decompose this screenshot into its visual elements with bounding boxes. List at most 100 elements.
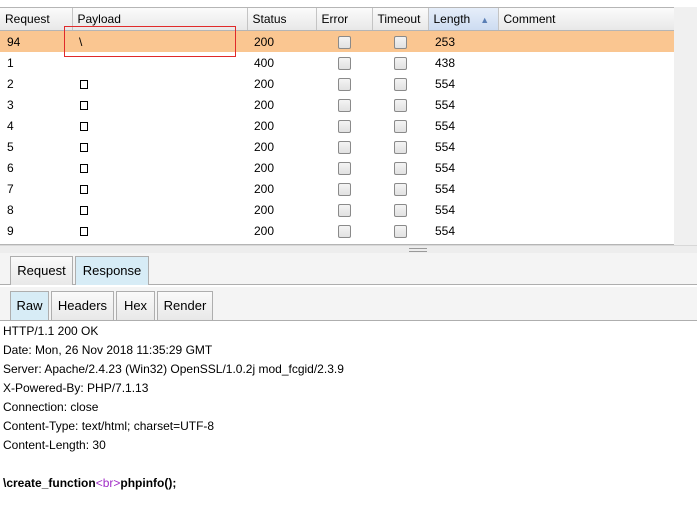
cell-length: 554 (435, 118, 456, 133)
table-row[interactable]: 4 200 554 (0, 115, 674, 136)
cell-status: 200 (254, 223, 275, 238)
table-row[interactable]: 1 400 438 (0, 52, 674, 73)
cell-comment (498, 94, 674, 115)
column-header-error[interactable]: Error (316, 8, 373, 31)
cell-error (316, 73, 372, 94)
error-checkbox[interactable] (337, 140, 351, 154)
column-header-length[interactable]: Length ▲ (428, 8, 499, 31)
cell-error (316, 115, 372, 136)
unprintable-char-icon (80, 163, 88, 173)
cell-request: 8 (7, 202, 14, 217)
cell-comment (498, 30, 674, 52)
cell-error (316, 178, 372, 199)
error-checkbox[interactable] (337, 161, 351, 175)
error-checkbox[interactable] (337, 98, 351, 112)
error-checkbox[interactable] (337, 56, 351, 70)
response-header-x-powered-by: X-Powered-By: PHP/7.1.13 (3, 381, 149, 395)
error-checkbox[interactable] (337, 119, 351, 133)
table-row[interactable]: 6 200 554 (0, 157, 674, 178)
cell-length: 554 (435, 223, 456, 238)
response-header-connection: Connection: close (3, 400, 99, 414)
cell-status: 200 (247, 30, 316, 52)
cell-comment (498, 73, 674, 94)
error-checkbox[interactable] (337, 182, 351, 196)
table-row[interactable]: 5 200 554 (0, 136, 674, 157)
cell-status: 200 (254, 181, 275, 196)
table-scrollbar-area[interactable] (674, 7, 697, 245)
cell-comment (498, 136, 674, 157)
table-row[interactable]: 3 200 554 (0, 94, 674, 115)
cell-comment (498, 115, 674, 136)
tab-response[interactable]: Response (75, 256, 149, 285)
splitter-grip-icon[interactable] (409, 248, 427, 252)
cell-length: 554 (435, 97, 456, 112)
cell-error (316, 94, 372, 115)
table-row[interactable]: 94 \ 200 253 (0, 30, 674, 52)
column-header-timeout[interactable]: Timeout (372, 8, 429, 31)
column-header-payload[interactable]: Payload (72, 8, 248, 31)
response-body-suffix: phpinfo(); (120, 476, 177, 490)
timeout-checkbox[interactable] (393, 140, 407, 154)
table-row[interactable]: 8 200 554 (0, 199, 674, 220)
cell-error (316, 52, 372, 73)
unprintable-char-icon (80, 226, 88, 236)
cell-length: 554 (435, 181, 456, 196)
view-tabs: Request Response (0, 253, 697, 285)
tab-hex[interactable]: Hex (116, 291, 155, 320)
cell-request: 6 (7, 160, 14, 175)
unprintable-char-icon (80, 100, 88, 110)
table-row[interactable]: 9 200 554 (0, 220, 674, 241)
error-checkbox[interactable] (337, 35, 351, 49)
cell-request: 1 (7, 55, 14, 70)
sort-ascending-icon: ▲ (480, 15, 490, 25)
error-checkbox[interactable] (337, 77, 351, 91)
cell-payload (72, 220, 247, 241)
cell-request: 9 (7, 223, 14, 238)
response-raw-view[interactable]: HTTP/1.1 200 OK Date: Mon, 26 Nov 2018 1… (3, 322, 693, 493)
format-tabs: Raw Headers Hex Render (0, 287, 697, 321)
timeout-checkbox[interactable] (393, 35, 407, 49)
cell-error (316, 136, 372, 157)
timeout-checkbox[interactable] (393, 77, 407, 91)
cell-payload (72, 73, 247, 94)
cell-comment (498, 199, 674, 220)
timeout-checkbox[interactable] (393, 56, 407, 70)
cell-length: 554 (435, 139, 456, 154)
cell-length: 554 (435, 160, 456, 175)
timeout-checkbox[interactable] (393, 98, 407, 112)
unprintable-char-icon (80, 121, 88, 131)
column-header-comment[interactable]: Comment (498, 8, 674, 31)
error-checkbox[interactable] (337, 224, 351, 238)
cell-status: 200 (254, 202, 275, 217)
timeout-checkbox[interactable] (393, 182, 407, 196)
cell-request: 2 (7, 76, 14, 91)
cell-error (316, 30, 372, 52)
column-header-request[interactable]: Request (0, 8, 73, 31)
tab-raw[interactable]: Raw (10, 291, 49, 320)
tab-request[interactable]: Request (10, 256, 73, 285)
cell-timeout (372, 115, 428, 136)
response-header-date: Date: Mon, 26 Nov 2018 11:35:29 GMT (3, 343, 213, 357)
tab-render[interactable]: Render (157, 291, 213, 320)
cell-request: 5 (7, 139, 14, 154)
timeout-checkbox[interactable] (393, 224, 407, 238)
response-header-server: Server: Apache/2.4.23 (Win32) OpenSSL/1.… (3, 362, 344, 376)
cell-payload (72, 94, 247, 115)
cell-payload (72, 115, 247, 136)
table-row[interactable]: 2 200 554 (0, 73, 674, 94)
timeout-checkbox[interactable] (393, 119, 407, 133)
timeout-checkbox[interactable] (393, 203, 407, 217)
cell-timeout (372, 52, 428, 73)
column-header-status[interactable]: Status (247, 8, 317, 31)
cell-timeout (372, 136, 428, 157)
table-row[interactable]: 7 200 554 (0, 178, 674, 199)
timeout-checkbox[interactable] (393, 161, 407, 175)
cell-timeout (372, 30, 428, 52)
cell-timeout (372, 73, 428, 94)
cell-length: 253 (428, 30, 498, 52)
error-checkbox[interactable] (337, 203, 351, 217)
results-table-panel: Request Payload Status Error Timeout Len… (0, 7, 675, 245)
response-body-html-tag: <br> (95, 476, 121, 490)
tab-headers[interactable]: Headers (51, 291, 114, 320)
cell-payload (72, 199, 247, 220)
